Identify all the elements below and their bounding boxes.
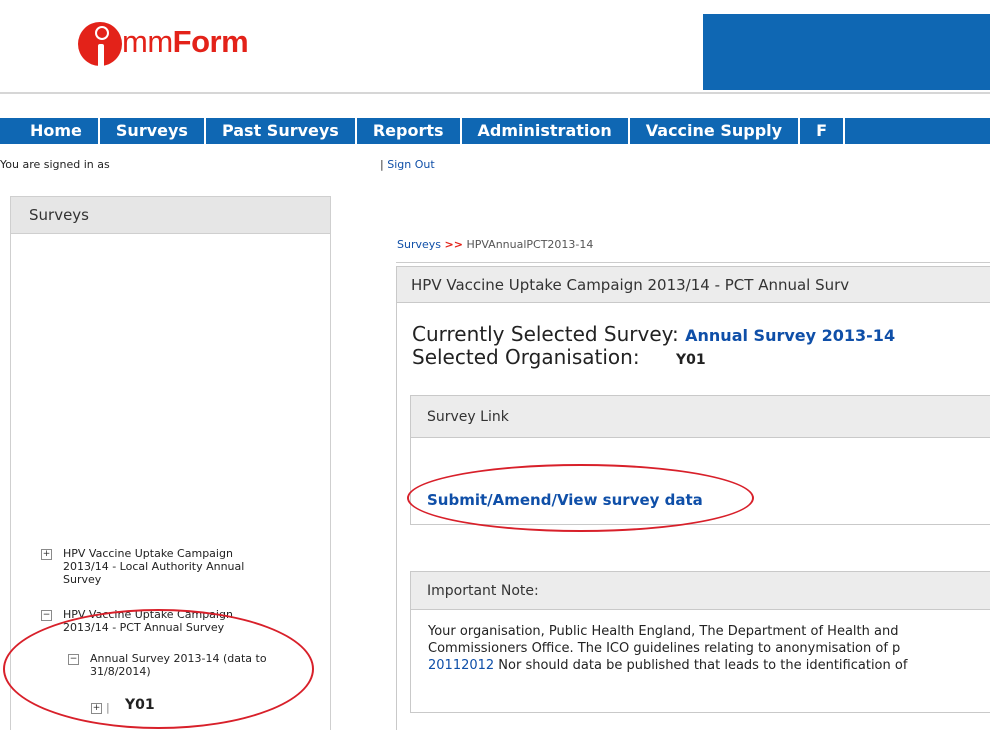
selected-survey-value: Annual Survey 2013-14	[685, 326, 896, 345]
nav-past-surveys[interactable]: Past Surveys	[206, 118, 357, 144]
tree-label: HPV Vaccine Uptake Campaign	[63, 547, 233, 560]
sidebar-title: Surveys	[11, 197, 330, 234]
selected-org-value: Y01	[675, 352, 706, 368]
header-divider	[0, 92, 990, 94]
nav-reports[interactable]: Reports	[357, 118, 462, 144]
header-banner	[703, 14, 990, 90]
sign-out-area: | Sign Out	[380, 158, 435, 171]
tree-label: Survey	[63, 573, 102, 586]
expand-icon[interactable]: +	[41, 549, 52, 560]
annotation-circle	[407, 464, 754, 532]
logo-wordmark: mmForm	[122, 24, 249, 59]
breadcrumb-current: HPVAnnualPCT2013-14	[466, 238, 594, 251]
breadcrumb-divider	[396, 262, 990, 263]
separator: |	[380, 158, 384, 171]
nav-home[interactable]: Home	[0, 118, 100, 144]
breadcrumb: Surveys >> HPVAnnualPCT2013-14	[397, 238, 593, 251]
ico-guidelines-link[interactable]: 20112012	[428, 658, 494, 673]
nav-surveys[interactable]: Surveys	[100, 118, 206, 144]
selected-survey: Currently Selected Survey: Annual Survey…	[412, 322, 895, 346]
panel-title: HPV Vaccine Uptake Campaign 2013/14 - PC…	[397, 267, 990, 303]
main-nav: Home Surveys Past Surveys Reports Admini…	[0, 118, 990, 144]
note-text-line: 20112012 Nor should data be published th…	[428, 658, 907, 673]
selected-survey-label: Currently Selected Survey:	[412, 322, 679, 346]
immform-logo[interactable]: mmForm	[78, 12, 318, 68]
tree-label: 2013/14 - Local Authority Annual	[63, 560, 245, 573]
nav-more[interactable]: F	[800, 118, 846, 144]
collapse-icon[interactable]: −	[41, 610, 52, 621]
note-title: Important Note:	[411, 572, 990, 610]
survey-link-title: Survey Link	[411, 396, 990, 438]
note-text: Nor should data be published that leads …	[494, 658, 908, 673]
signed-in-label: You are signed in as	[0, 158, 110, 171]
nav-administration[interactable]: Administration	[462, 118, 630, 144]
annotation-circle	[3, 609, 314, 729]
breadcrumb-separator: >>	[444, 238, 463, 251]
sign-out-link[interactable]: Sign Out	[387, 158, 434, 171]
breadcrumb-surveys-link[interactable]: Surveys	[397, 238, 441, 251]
selected-organisation: Selected Organisation: Y01	[412, 345, 706, 369]
nav-vaccine-supply[interactable]: Vaccine Supply	[630, 118, 801, 144]
selected-org-label: Selected Organisation:	[412, 345, 640, 369]
note-text-line: Commissioners Office. The ICO guidelines…	[428, 641, 901, 656]
logo-i-icon	[78, 22, 122, 68]
note-text-line: Your organisation, Public Health England…	[428, 624, 899, 639]
